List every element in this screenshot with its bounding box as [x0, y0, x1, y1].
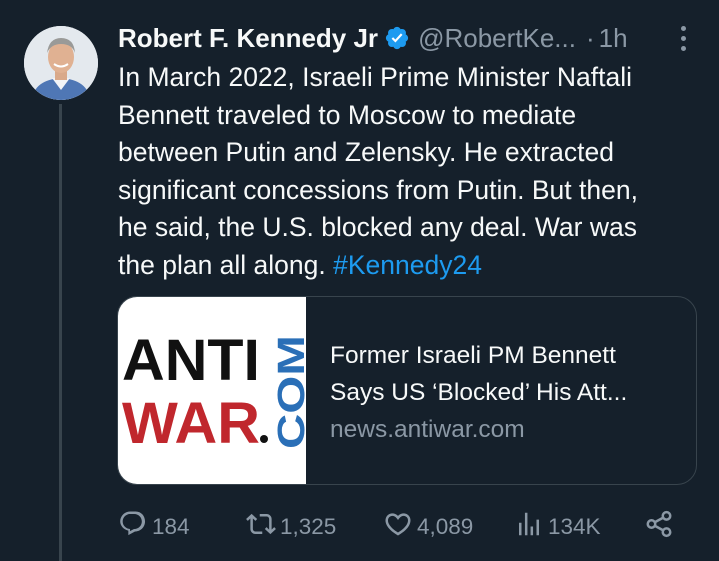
like-count: 4,089	[417, 514, 474, 539]
author-name[interactable]: Robert F. Kennedy Jr	[118, 23, 378, 54]
card-title-line: Former Israeli PM Bennett	[330, 342, 616, 369]
avatar[interactable]	[24, 26, 98, 100]
avatar-image	[24, 26, 98, 100]
antiwar-logo: ANTI WAR COM	[122, 328, 313, 456]
card-thumbnail: ANTI WAR COM	[118, 297, 313, 484]
card-domain: news.antiwar.com	[330, 416, 525, 443]
reply-icon	[118, 509, 148, 545]
timestamp[interactable]: 1h	[599, 23, 628, 54]
svg-text:COM: COM	[271, 335, 306, 449]
reply-button[interactable]: 184	[118, 509, 190, 545]
author-handle[interactable]: @RobertKe...	[418, 23, 576, 54]
verified-icon	[384, 25, 410, 51]
more-icon[interactable]	[673, 22, 693, 54]
share-icon	[644, 509, 674, 545]
card-title-line: Says US ‘Blocked’ His Att...	[330, 379, 628, 406]
tweet-text-line: between Putin and Zelensky. He extracted	[118, 137, 614, 167]
reply-count: 184	[152, 514, 190, 539]
views-icon	[514, 509, 544, 545]
svg-text:ANTI: ANTI	[122, 328, 260, 393]
tweet-text-line: Bennett traveled to Moscow to mediate	[118, 99, 577, 130]
repost-button[interactable]: 1,325	[246, 509, 336, 545]
repost-count: 1,325	[280, 514, 337, 539]
like-button[interactable]: 4,089	[383, 509, 473, 545]
thread-line	[59, 104, 62, 561]
tweet-text-line: he said, the U.S. blocked any deal. War …	[118, 212, 637, 242]
like-icon	[383, 509, 413, 545]
views-count: 134K	[548, 514, 601, 539]
separator-dot: ·	[585, 22, 595, 53]
tweet-text-line: In March 2022, Israeli Prime Minister Na…	[118, 62, 632, 92]
share-button[interactable]	[644, 509, 674, 545]
card-title: Former Israeli PM Bennett Says US ‘Block…	[330, 337, 680, 411]
tweet-text-line: significant concessions from Putin. But …	[118, 174, 638, 205]
card-body: Former Israeli PM Bennett Says US ‘Block…	[306, 297, 696, 484]
repost-icon	[246, 509, 276, 545]
tweet-text-line-last: the plan all along. #Kennedy24	[118, 247, 678, 285]
tweet-text-line: the plan all along.	[118, 249, 334, 280]
action-bar: 184 1,325 4,089 134K	[118, 505, 678, 545]
hashtag-link[interactable]: #Kennedy24	[333, 250, 482, 280]
views-button[interactable]: 134K	[514, 509, 601, 545]
tweet-text: In March 2022, Israeli Prime Minister Na…	[118, 59, 678, 284]
svg-text:WAR: WAR	[122, 391, 260, 456]
tweet-header: Robert F. Kennedy Jr @RobertKe... · 1h	[118, 20, 699, 56]
link-card[interactable]: ANTI WAR COM Former Israeli PM Bennett S…	[117, 296, 697, 485]
